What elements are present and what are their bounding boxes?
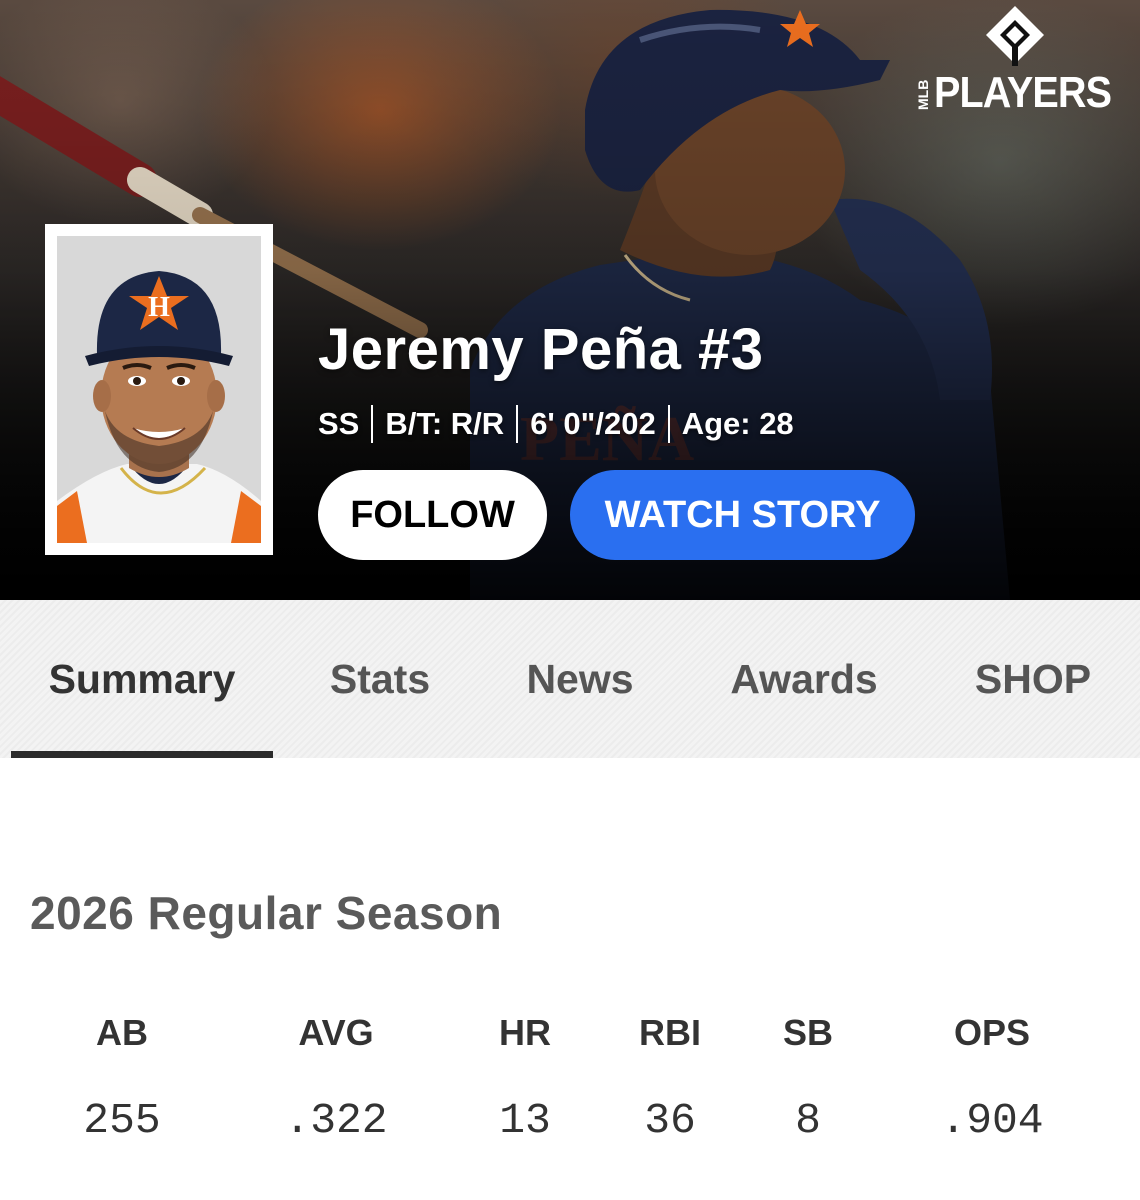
follow-button[interactable]: FOLLOW: [318, 470, 547, 560]
stat-label-sb: SB: [782, 1012, 833, 1053]
meta-divider: [516, 405, 519, 443]
tab-stats[interactable]: Stats: [300, 600, 460, 758]
season-title: 2026 Regular Season: [30, 887, 503, 939]
mlb-players-logo[interactable]: MLB PLAYERS: [912, 4, 1122, 117]
stat-value-avg: .322: [284, 1096, 388, 1145]
stat-value-ops: .904: [940, 1096, 1044, 1145]
tab-summary[interactable]: Summary: [11, 600, 273, 758]
meta-divider: [371, 405, 374, 443]
logo-players-text: PLAYERS: [934, 68, 1112, 117]
stat-value-ab: 255: [83, 1096, 161, 1145]
player-age: Age: 28: [681, 406, 794, 441]
svg-text:H: H: [148, 292, 170, 323]
mlb-players-diamond-icon: [986, 6, 1044, 66]
meta-divider: [667, 405, 670, 443]
tab-shop[interactable]: SHOP: [950, 600, 1116, 758]
tab-awards[interactable]: Awards: [704, 600, 904, 758]
player-bats-throws: B/T: R/R: [385, 406, 505, 441]
stat-label-ops: OPS: [953, 1012, 1031, 1053]
player-name: Jeremy Peña #3: [318, 317, 764, 382]
headshot-photo: H: [57, 236, 261, 543]
watch-story-button[interactable]: WATCH STORY: [570, 470, 915, 560]
tab-news[interactable]: News: [500, 600, 660, 758]
stat-label-hr: HR: [499, 1012, 551, 1053]
stat-label-ab: AB: [96, 1012, 148, 1053]
stat-label-rbi: RBI: [639, 1012, 701, 1053]
active-tab-indicator: [11, 751, 273, 758]
player-position: SS: [318, 406, 360, 441]
stat-label-avg: AVG: [298, 1012, 374, 1053]
profile-tab-bar: Summary Stats News Awards SHOP: [0, 600, 1140, 758]
player-bio-line: SS B/T: R/R 6' 0"/202 Age: 28: [318, 404, 794, 444]
player-height-weight: 6' 0"/202: [530, 406, 656, 441]
logo-mlb-text: MLB: [915, 79, 931, 111]
player-hero: PEÑA MLB PLAYERS: [0, 0, 1140, 600]
player-headshot: H: [45, 224, 273, 555]
stat-value-sb: 8: [795, 1096, 821, 1145]
